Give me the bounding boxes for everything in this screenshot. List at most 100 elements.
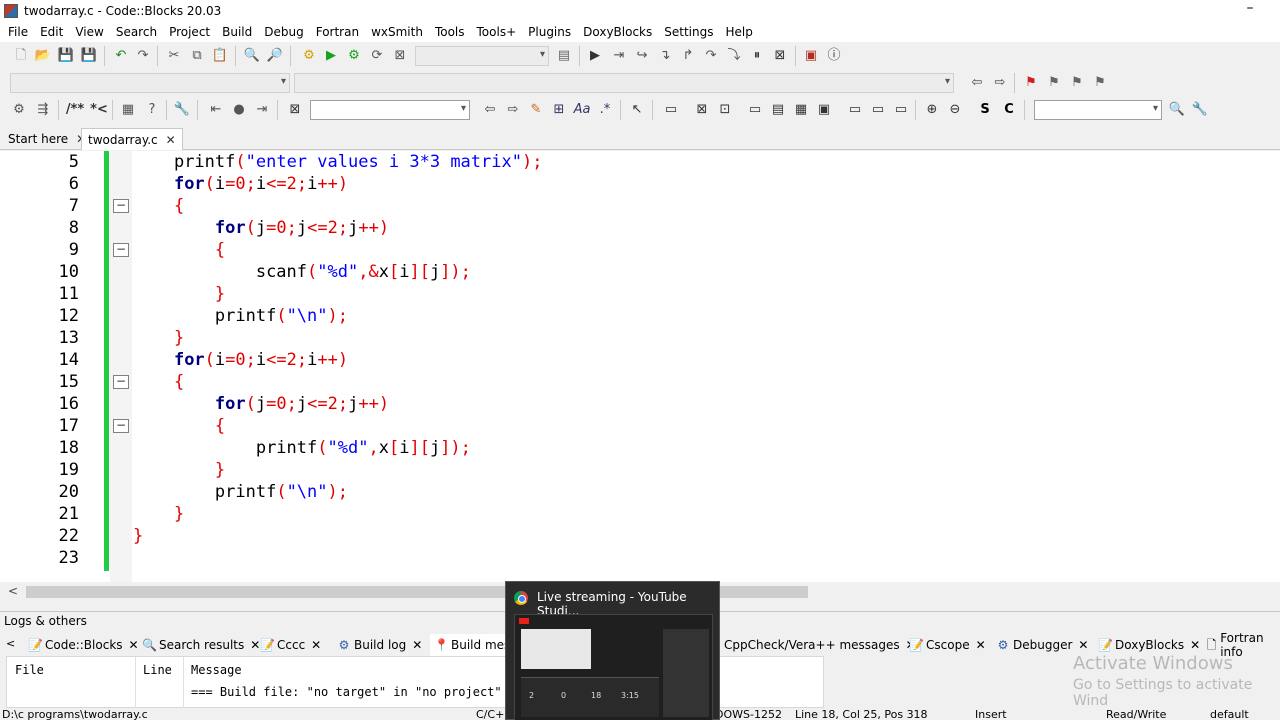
menu-help[interactable]: Help bbox=[719, 22, 758, 42]
code-line[interactable]: 18 printf("%d",x[i][j]); bbox=[0, 437, 1280, 459]
stop-debug-icon[interactable]: ⊠ bbox=[771, 47, 789, 65]
toggle-bookmark-icon[interactable]: ⚑ bbox=[1022, 74, 1040, 92]
debug-windows-icon[interactable]: ▣ bbox=[802, 47, 820, 65]
copy-icon[interactable]: ⧉ bbox=[188, 47, 206, 65]
logtab-cscope[interactable]: 📝 Cscope ✕ bbox=[905, 634, 990, 656]
code-line[interactable]: 20 printf("\n"); bbox=[0, 481, 1280, 503]
code-editor[interactable]: 5 printf("enter values i 3*3 matrix"); 6 … bbox=[0, 151, 1280, 582]
step-into-icon[interactable]: ↴ bbox=[656, 47, 674, 65]
textctrl-widget-icon[interactable]: ▭ bbox=[892, 101, 910, 119]
incremental-search-input[interactable]: ▾ bbox=[310, 100, 470, 120]
build-message-row[interactable]: === Build file: "no target" in "no proje… bbox=[191, 685, 516, 699]
tab-start-here[interactable]: Start here ✕ bbox=[2, 128, 92, 150]
pause-icon[interactable]: ⏸ bbox=[748, 47, 766, 65]
code-line[interactable]: 17 − { bbox=[0, 415, 1280, 437]
save-icon[interactable]: 💾 bbox=[57, 47, 75, 65]
code-line[interactable]: 15 − { bbox=[0, 371, 1280, 393]
replace-icon[interactable]: 🔎 bbox=[266, 47, 284, 65]
prev-icon[interactable]: ⇤ bbox=[207, 101, 225, 119]
step-instruction-icon[interactable]: ⤵ bbox=[725, 47, 743, 65]
abort-icon[interactable]: ⊠ bbox=[391, 47, 409, 65]
symbol-settings-icon[interactable]: 🔧 bbox=[1191, 101, 1209, 119]
code-line[interactable]: 10 scanf("%d",&x[i][j]); bbox=[0, 261, 1280, 283]
prev-bookmark-icon[interactable]: ⚑ bbox=[1045, 74, 1063, 92]
window-thumbnail[interactable]: 2 0 18 3:15 bbox=[514, 614, 713, 720]
logtab-cppcheck[interactable]: CppCheck/Vera++ messages ✕ bbox=[720, 634, 920, 656]
clear-bookmarks-icon[interactable]: ⚑ bbox=[1091, 74, 1109, 92]
close-icon[interactable]: ✕ bbox=[1190, 638, 1200, 652]
save-all-icon[interactable]: 💾 bbox=[80, 47, 98, 65]
close-icon[interactable]: ✕ bbox=[1078, 638, 1088, 652]
code-line[interactable]: 7 − { bbox=[0, 195, 1280, 217]
undo-icon[interactable]: ↶ bbox=[112, 47, 130, 65]
column-file[interactable]: File bbox=[15, 663, 44, 677]
build-gear-icon[interactable]: ⚙ bbox=[300, 47, 318, 65]
dialog-icon[interactable]: ⊡ bbox=[716, 101, 734, 119]
tabs-scroll-left-icon[interactable]: < bbox=[6, 637, 15, 650]
close-icon[interactable]: ✕ bbox=[166, 133, 176, 147]
column-line[interactable]: Line bbox=[143, 663, 172, 677]
logtab-codeblocks[interactable]: 📝 Code::Blocks ✕ bbox=[24, 634, 143, 656]
fold-toggle-icon[interactable]: − bbox=[113, 419, 129, 433]
cut-icon[interactable]: ✂ bbox=[165, 47, 183, 65]
menu-edit[interactable]: Edit bbox=[34, 22, 69, 42]
code-line[interactable]: 8 for(j=0;j<=2;j++) bbox=[0, 217, 1280, 239]
menu-wxsmith[interactable]: wxSmith bbox=[365, 22, 429, 42]
pointer-icon[interactable]: ↖ bbox=[628, 101, 646, 119]
redo-icon[interactable]: ↷ bbox=[134, 47, 152, 65]
close-icon[interactable]: ✕ bbox=[976, 638, 986, 652]
doxy-extract-icon[interactable]: ⇶ bbox=[34, 101, 52, 119]
regex-icon[interactable]: .* bbox=[596, 101, 614, 119]
close-icon[interactable]: ✕ bbox=[311, 638, 321, 652]
highlight-icon[interactable]: ✎ bbox=[527, 101, 545, 119]
code-line[interactable]: 22} bbox=[0, 525, 1280, 547]
symbol-search-input[interactable]: ▾ bbox=[1034, 100, 1162, 120]
code-line[interactable]: 19 } bbox=[0, 459, 1280, 481]
match-case-icon[interactable]: Aa bbox=[573, 101, 591, 119]
panel-icon[interactable]: ▭ bbox=[662, 101, 680, 119]
frame-icon[interactable]: ⊠ bbox=[693, 101, 711, 119]
code-line[interactable]: 6 for(i=0;i<=2;i++) bbox=[0, 173, 1280, 195]
jump-forward-icon[interactable]: ⇨ bbox=[991, 74, 1009, 92]
menu-doxyblocks[interactable]: DoxyBlocks bbox=[577, 22, 658, 42]
find-icon[interactable]: 🔍 bbox=[243, 47, 261, 65]
code-line[interactable]: 9 − { bbox=[0, 239, 1280, 261]
next-bookmark-icon[interactable]: ⚑ bbox=[1068, 74, 1086, 92]
search-prev-icon[interactable]: ⇦ bbox=[481, 101, 499, 119]
code-line[interactable]: 13 } bbox=[0, 327, 1280, 349]
sizer-v-icon[interactable]: ▤ bbox=[769, 101, 787, 119]
dot-icon[interactable]: ● bbox=[230, 101, 248, 119]
fold-toggle-icon[interactable]: − bbox=[113, 375, 129, 389]
paste-icon[interactable]: 📋 bbox=[211, 47, 229, 65]
logtab-search-results[interactable]: 🔍 Search results ✕ bbox=[138, 634, 264, 656]
clear-search-icon[interactable]: ⊠ bbox=[286, 101, 304, 119]
code-line[interactable]: 23 bbox=[0, 547, 1280, 569]
line-comment-icon[interactable]: *< bbox=[88, 101, 110, 119]
next-line-icon[interactable]: ↪ bbox=[633, 47, 651, 65]
selected-text-icon[interactable]: ⊞ bbox=[550, 101, 568, 119]
code-line[interactable]: 21 } bbox=[0, 503, 1280, 525]
scroll-left-icon[interactable]: < bbox=[8, 584, 18, 598]
column-message[interactable]: Message bbox=[191, 663, 242, 677]
code-line[interactable]: 5 printf("enter values i 3*3 matrix"); bbox=[0, 151, 1280, 173]
menu-project[interactable]: Project bbox=[163, 22, 216, 42]
scope-select[interactable]: ▾ bbox=[10, 73, 290, 93]
zoom-out-icon[interactable]: ⊖ bbox=[946, 101, 964, 119]
open-file-icon[interactable]: 📂 bbox=[34, 47, 52, 65]
new-file-icon[interactable]: 🗋 bbox=[12, 47, 30, 65]
code-line[interactable]: 16 for(j=0;j<=2;j++) bbox=[0, 393, 1280, 415]
tab-twodarray[interactable]: twodarray.c ✕ bbox=[81, 128, 183, 150]
block-comment-icon[interactable]: /** bbox=[64, 101, 86, 119]
code-line[interactable]: 11 } bbox=[0, 283, 1280, 305]
fold-toggle-icon[interactable]: − bbox=[113, 199, 129, 213]
menu-plugins[interactable]: Plugins bbox=[522, 22, 577, 42]
button-widget-icon[interactable]: ▭ bbox=[869, 101, 887, 119]
menu-settings[interactable]: Settings bbox=[658, 22, 719, 42]
menu-tools-plus[interactable]: Tools+ bbox=[471, 22, 523, 42]
symbol-s-icon[interactable]: S bbox=[976, 101, 994, 119]
fold-toggle-icon[interactable]: − bbox=[113, 243, 129, 257]
code-line[interactable]: 14 for(i=0;i<=2;i++) bbox=[0, 349, 1280, 371]
symbol-c-icon[interactable]: C bbox=[1000, 101, 1018, 119]
doxy-prefs-icon[interactable]: 🔧 bbox=[173, 101, 191, 119]
menu-fortran[interactable]: Fortran bbox=[310, 22, 365, 42]
